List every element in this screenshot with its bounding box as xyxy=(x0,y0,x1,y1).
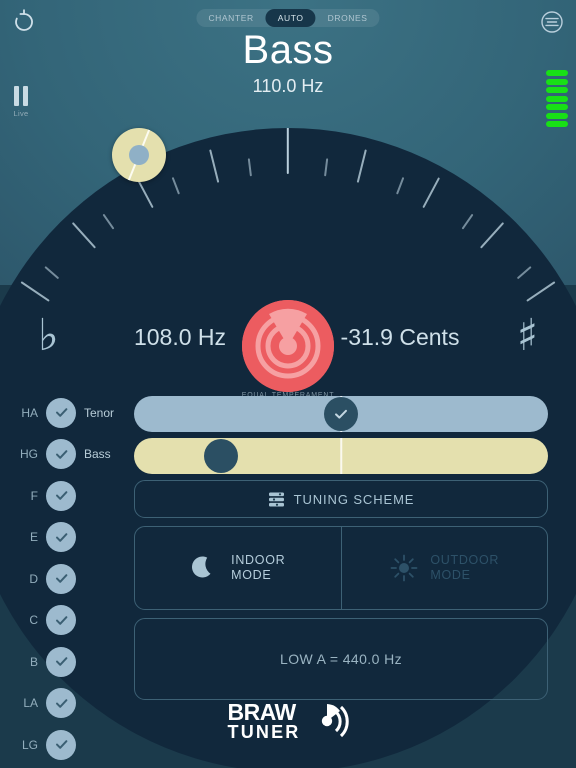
note-name: B xyxy=(29,654,38,669)
target-frequency: 110.0 Hz xyxy=(252,76,324,96)
segment-chanter[interactable]: CHANTER xyxy=(196,9,265,27)
check-icon xyxy=(55,491,67,501)
note-toggle-d[interactable] xyxy=(46,563,76,594)
note-toggle-hg[interactable] xyxy=(46,439,76,470)
dial-tick xyxy=(526,281,556,302)
pause-button[interactable]: Live xyxy=(8,86,34,120)
note-row: F xyxy=(0,475,130,517)
mode-toggle-group: INDOOR MODE OUTDOOR MODE xyxy=(134,526,548,610)
dial-needle-puck xyxy=(112,128,166,182)
check-icon xyxy=(335,409,347,419)
note-name: C xyxy=(29,613,38,628)
dial-tick xyxy=(396,177,405,195)
cents-deviation: -31.9 Cents xyxy=(340,324,460,350)
sun-icon xyxy=(390,554,418,582)
dial-tick xyxy=(479,222,505,249)
slider-midline xyxy=(340,438,342,474)
slider-tenor-knob[interactable] xyxy=(324,397,358,431)
check-icon xyxy=(55,408,67,418)
logo-text: BRAW TUNER xyxy=(227,699,301,743)
note-toggle-e[interactable] xyxy=(46,522,76,553)
note-toggle-ha[interactable] xyxy=(46,397,76,428)
outdoor-mode-button[interactable]: OUTDOOR MODE xyxy=(340,527,548,609)
check-icon xyxy=(55,574,67,584)
needle-center-dot xyxy=(129,145,149,165)
outdoor-line1: OUTDOOR xyxy=(430,553,500,567)
meter-segment xyxy=(546,70,568,76)
dial-tick xyxy=(209,149,220,183)
segment-drones[interactable]: DRONES xyxy=(316,9,380,27)
mode-segmented-control[interactable]: CHANTER AUTO DRONES xyxy=(196,9,380,27)
note-toggle-f[interactable] xyxy=(46,480,76,511)
live-label: Live xyxy=(13,109,29,118)
note-sublabel: Bass xyxy=(84,447,111,462)
check-icon xyxy=(55,449,67,459)
indoor-line1: INDOOR xyxy=(231,553,286,567)
slider-bass[interactable] xyxy=(134,438,548,474)
low-a-button[interactable]: LOW A = 440.0 Hz xyxy=(134,618,548,700)
note-name: E xyxy=(29,530,38,545)
note-name: HA xyxy=(21,405,38,420)
indoor-mode-button[interactable]: INDOOR MODE xyxy=(135,527,341,609)
note-toggle-c[interactable] xyxy=(46,605,76,636)
dial-tick xyxy=(102,213,115,230)
meter-segment xyxy=(546,121,568,127)
dial-tick xyxy=(247,158,252,177)
moon-icon xyxy=(192,556,211,578)
dial-tick xyxy=(44,265,60,280)
meter-segment xyxy=(546,95,568,102)
app-root: CHANTER AUTO DRONES Bass 110.0 Hz Live ♭ 1… xyxy=(0,0,576,768)
note-name: D xyxy=(29,571,38,586)
control-panel: TUNING SCHEME INDOOR MODE OUTDOOR MODE L… xyxy=(134,396,548,700)
meter-segment xyxy=(546,112,568,119)
sharp-symbol: ♯ xyxy=(516,310,538,361)
dial-tick xyxy=(422,177,441,209)
note-row: C xyxy=(0,600,130,642)
pause-icon xyxy=(8,86,34,106)
tuning-scheme-label: TUNING SCHEME xyxy=(293,491,415,507)
note-toggle-b[interactable] xyxy=(46,646,76,677)
outdoor-mode-label: OUTDOOR MODE xyxy=(430,553,499,583)
logo-line1: BRAW xyxy=(227,699,297,725)
note-row: B xyxy=(0,641,130,683)
app-logo: BRAW TUNER xyxy=(0,699,576,743)
dial-tick xyxy=(20,281,50,302)
indoor-mode-label: INDOOR MODE xyxy=(231,553,285,583)
dial-tick xyxy=(171,177,180,195)
dial-tick xyxy=(286,128,290,174)
flat-symbol: ♭ xyxy=(38,310,59,361)
meter-segment xyxy=(546,104,568,110)
dial-tick xyxy=(356,149,367,183)
logo-radar-icon xyxy=(321,704,349,738)
meter-segment xyxy=(546,87,568,93)
note-name: HG xyxy=(20,447,38,462)
note-name: F xyxy=(30,488,38,503)
note-row: HG Bass xyxy=(0,434,130,476)
check-icon xyxy=(55,532,67,542)
meter-segment xyxy=(546,78,568,85)
input-level-meter xyxy=(546,70,568,127)
detected-frequency: 108.0 Hz xyxy=(133,324,227,350)
outdoor-line2: MODE xyxy=(430,568,471,582)
segment-auto[interactable]: AUTO xyxy=(265,9,316,27)
dial-tick xyxy=(324,158,329,177)
dial-tick xyxy=(516,265,532,280)
note-sublabel: Tenor xyxy=(84,405,115,420)
note-row: E xyxy=(0,517,130,559)
tuning-scheme-button[interactable]: TUNING SCHEME xyxy=(134,480,548,518)
note-row: D xyxy=(0,558,130,600)
check-icon xyxy=(55,615,67,625)
logo-line2: TUNER xyxy=(227,722,301,742)
slider-tenor[interactable] xyxy=(134,396,548,432)
sliders-icon xyxy=(268,492,284,506)
dial-tick xyxy=(461,213,474,230)
slider-bass-knob[interactable] xyxy=(203,439,238,473)
page-title: Bass xyxy=(242,28,334,72)
indoor-line2: MODE xyxy=(231,568,272,582)
tuner-readout: ♭ 108.0 Hz -31.9 Cents ♯ EQUAL TEMPERAME… xyxy=(0,300,576,399)
dial-tick xyxy=(71,222,97,249)
check-icon xyxy=(55,657,67,667)
note-row: HA Tenor xyxy=(0,392,130,434)
